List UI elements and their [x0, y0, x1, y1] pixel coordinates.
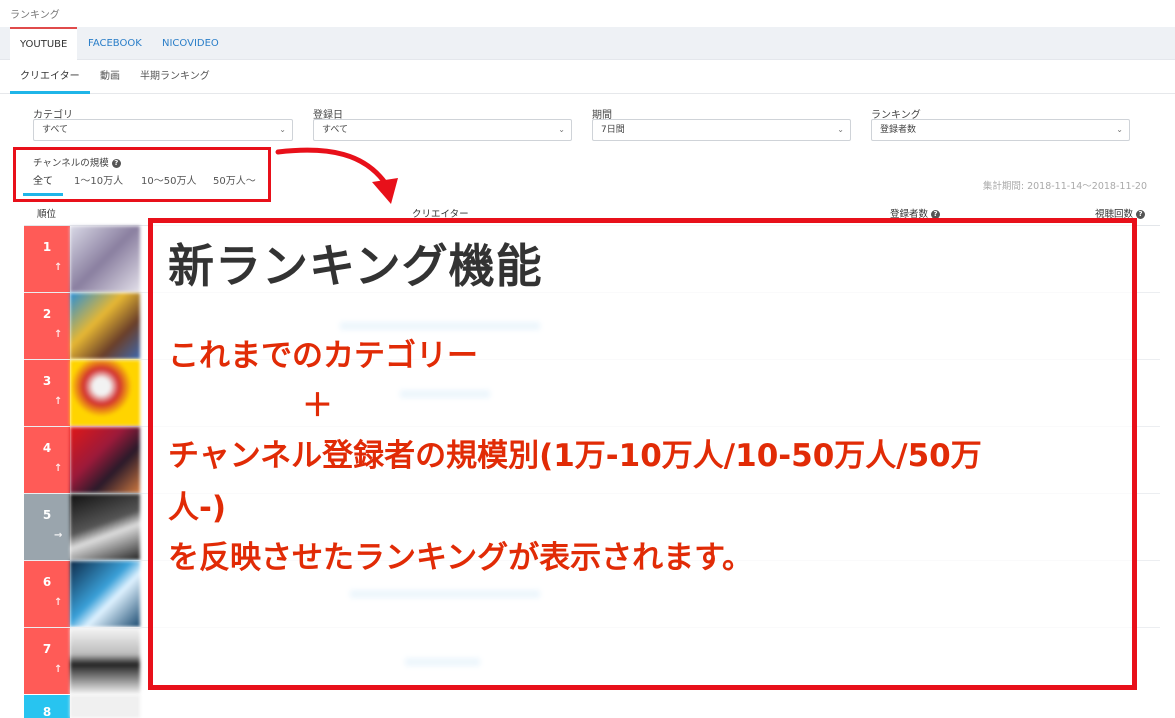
period-value: 7日間: [601, 125, 625, 135]
avatar[interactable]: [70, 293, 140, 359]
chevron-down-icon: ⌄: [837, 125, 844, 134]
period-select[interactable]: 7日間 ⌄: [592, 119, 851, 141]
scale-tab-100k-500k[interactable]: 10〜50万人: [131, 170, 206, 196]
rank-cell: 8: [24, 695, 70, 718]
ranking-select[interactable]: 登録者数 ⌄: [871, 119, 1130, 141]
rank-cell: 6 ↑: [24, 561, 70, 627]
rank-cell: 5 →: [24, 494, 70, 560]
overlay-text-line: チャンネル登録者の規模別(1万-10万人/10-50万人/50万: [168, 438, 982, 474]
overlay-plus: ＋: [302, 388, 333, 424]
arrow-right-icon: →: [54, 530, 63, 541]
category-select[interactable]: すべて ⌄: [33, 119, 293, 141]
help-icon[interactable]: ?: [111, 159, 121, 168]
tab-facebook[interactable]: FACEBOOK: [78, 27, 152, 60]
avatar[interactable]: [70, 561, 140, 627]
registered-select[interactable]: すべて ⌄: [313, 119, 572, 141]
tab-creator[interactable]: クリエイター: [10, 60, 90, 94]
chevron-down-icon: ⌄: [279, 125, 286, 134]
arrow-up-icon: ↑: [54, 262, 63, 273]
arrow-up-icon: ↑: [54, 597, 63, 608]
page-title: ランキング: [10, 10, 60, 21]
help-icon[interactable]: ?: [1136, 210, 1146, 219]
overlay-title: 新ランキング機能: [168, 239, 543, 293]
arrow-up-icon: ↑: [54, 396, 63, 407]
chevron-down-icon: ⌄: [1116, 125, 1123, 134]
rank-cell: 2 ↑: [24, 293, 70, 359]
tab-half-year-ranking[interactable]: 半期ランキング: [130, 60, 220, 94]
avatar[interactable]: [70, 494, 140, 560]
arrow-up-icon: ↑: [54, 463, 63, 474]
aggregation-period: 集計期間: 2018-11-14〜2018-11-20: [982, 181, 1147, 192]
category-value: すべて: [42, 125, 69, 135]
scale-tab-10k-100k[interactable]: 1〜10万人: [64, 170, 133, 196]
registered-value: すべて: [322, 125, 349, 135]
avatar[interactable]: [70, 360, 140, 426]
tab-youtube[interactable]: YOUTUBE: [10, 27, 78, 60]
arrow-up-icon: ↑: [54, 329, 63, 340]
ranking-type-tabs: クリエイター 動画 半期ランキング: [0, 60, 1175, 94]
rank-cell: 1 ↑: [24, 226, 70, 292]
platform-tabs: YOUTUBE FACEBOOK NICOVIDEO: [0, 27, 1175, 60]
tab-nicovideo[interactable]: NICOVIDEO: [152, 27, 229, 60]
rank-cell: 7 ↑: [24, 628, 70, 694]
header-rank[interactable]: 順位: [37, 206, 56, 220]
avatar[interactable]: [70, 628, 140, 694]
rank-cell: 3 ↑: [24, 360, 70, 426]
avatar[interactable]: [70, 226, 140, 292]
rank-cell: 4 ↑: [24, 427, 70, 493]
tab-videos[interactable]: 動画: [90, 60, 130, 94]
overlay-text-line: これまでのカテゴリー: [168, 338, 478, 374]
arrow-up-icon: ↑: [54, 664, 63, 675]
avatar[interactable]: [70, 695, 140, 718]
channel-scale-label: チャンネルの規模?: [33, 155, 121, 169]
ranking-value: 登録者数: [880, 125, 917, 135]
chevron-down-icon: ⌄: [558, 125, 565, 134]
avatar[interactable]: [70, 427, 140, 493]
overlay-text-line: 人-): [168, 490, 227, 526]
scale-tab-500k-plus[interactable]: 50万人〜: [203, 170, 266, 196]
overlay-text-line: を反映させたランキングが表示されます。: [168, 540, 753, 576]
scale-tab-all[interactable]: 全て: [23, 170, 63, 196]
